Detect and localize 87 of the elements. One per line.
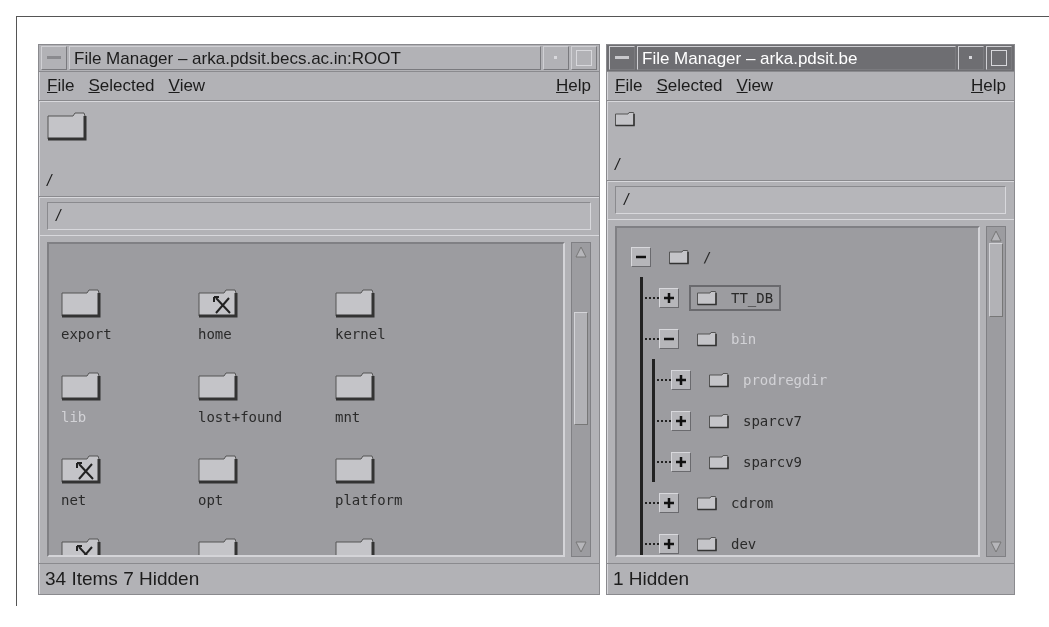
folder-icon <box>709 371 729 388</box>
folder-icon <box>335 454 375 484</box>
minimize-button[interactable] <box>543 46 569 70</box>
node-label: sparcv9 <box>743 453 802 470</box>
folder-icon <box>47 111 87 141</box>
file-name[interactable]: lost+found <box>198 409 283 425</box>
file-name[interactable]: platform <box>335 492 403 508</box>
node-label: / <box>703 248 712 265</box>
tree-node[interactable]: sparcv7 <box>701 407 810 434</box>
file-name[interactable]: home <box>198 326 232 342</box>
scroll-down-arrow-icon[interactable] <box>574 540 588 554</box>
menu-item[interactable]: File <box>47 76 75 96</box>
current-path: / <box>47 172 52 190</box>
maximize-button[interactable] <box>986 46 1012 70</box>
dash-icon <box>615 56 629 60</box>
file-name[interactable]: opt <box>198 492 224 508</box>
node-label: cdrom <box>731 494 774 511</box>
status-bar: 1 Hidden <box>607 563 1014 594</box>
menu-item[interactable]: Help <box>556 76 591 96</box>
plus-icon <box>675 373 687 386</box>
window-title: File Manager – arka.pdsit.be <box>637 46 956 70</box>
scroll-thumb[interactable] <box>574 312 588 425</box>
menu-item[interactable]: Help <box>971 76 1006 96</box>
node-label: dev <box>731 535 757 552</box>
expand-toggle[interactable] <box>671 451 691 472</box>
scroll-up-arrow-icon[interactable] <box>574 245 588 259</box>
tree-node[interactable]: dev <box>689 530 765 555</box>
tree-node[interactable]: TT_DB <box>689 284 782 311</box>
window-menu-button[interactable] <box>609 46 635 70</box>
folder-icon <box>198 454 238 484</box>
folder-icon <box>697 289 717 306</box>
scroll-thumb[interactable] <box>989 243 1003 318</box>
collapse-toggle[interactable] <box>631 246 651 267</box>
scroll-down-arrow-icon[interactable] <box>989 540 1003 554</box>
expand-toggle[interactable] <box>659 492 679 513</box>
plus-icon <box>663 496 675 509</box>
current-path: / <box>615 156 620 174</box>
linked-folder-icon <box>61 454 101 484</box>
folder-icon <box>697 535 717 552</box>
folder-icon <box>709 412 729 429</box>
window-menu-button[interactable] <box>41 46 67 70</box>
folder-icon <box>697 494 717 511</box>
file-name[interactable]: export <box>61 326 112 342</box>
node-label: sparcv7 <box>743 412 802 429</box>
expand-toggle[interactable] <box>659 533 679 554</box>
plus-icon <box>675 455 687 468</box>
expand-toggle[interactable] <box>659 287 679 308</box>
path-field[interactable]: / <box>615 186 1006 214</box>
expand-toggle[interactable] <box>671 410 691 431</box>
plus-icon <box>675 414 687 427</box>
menu-item[interactable]: Selected <box>656 76 723 96</box>
path-field[interactable]: / <box>47 202 591 230</box>
plus-icon <box>663 537 675 550</box>
menu-item[interactable]: View <box>168 76 206 96</box>
folder-icon <box>615 111 635 127</box>
folder-icon <box>61 371 101 401</box>
folder-icon <box>709 453 729 470</box>
expand-toggle[interactable] <box>671 369 691 390</box>
folder-icon <box>335 288 375 318</box>
node-label: TT_DB <box>731 289 774 306</box>
scrollbar[interactable] <box>986 226 1006 557</box>
linked-folder-icon <box>198 288 238 318</box>
folder-icon <box>198 371 238 401</box>
file-name[interactable]: kernel <box>335 326 386 342</box>
scroll-up-arrow-icon[interactable] <box>989 229 1003 243</box>
scrollbar[interactable] <box>571 242 591 557</box>
folder-icon <box>61 288 101 318</box>
square-icon <box>991 50 1007 66</box>
collapse-toggle[interactable] <box>659 328 679 349</box>
folder-icon <box>335 371 375 401</box>
window-title: File Manager – arka.pdsit.becs.ac.in:ROOT <box>69 46 541 70</box>
folder-icon <box>697 330 717 347</box>
minimize-button[interactable] <box>958 46 984 70</box>
tree-node[interactable]: sparcv9 <box>701 448 810 475</box>
tree-node[interactable]: / <box>661 243 720 270</box>
menu-item[interactable]: Selected <box>88 76 155 96</box>
status-bar: 34 Items 7 Hidden <box>39 563 599 594</box>
dash-icon <box>47 56 61 60</box>
menu-item[interactable]: File <box>615 76 643 96</box>
folder-icon <box>669 248 689 265</box>
square-icon <box>576 50 592 66</box>
file-name[interactable]: net <box>61 492 87 508</box>
file-name[interactable]: mnt <box>335 409 361 425</box>
tree-node[interactable]: cdrom <box>689 489 782 516</box>
menu-item[interactable]: View <box>736 76 774 96</box>
plus-icon <box>663 291 675 304</box>
maximize-button[interactable] <box>571 46 597 70</box>
